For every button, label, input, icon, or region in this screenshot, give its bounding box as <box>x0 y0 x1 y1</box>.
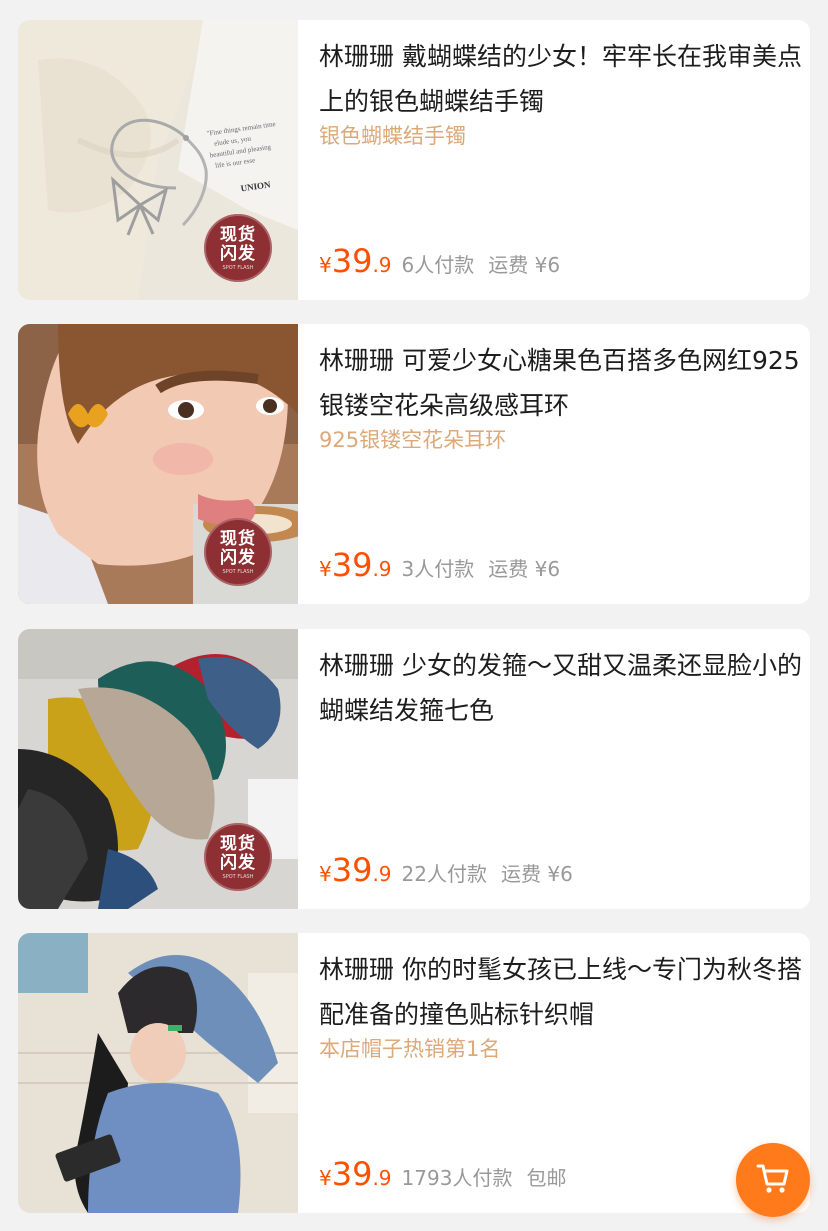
buyer-count: 22人付款 <box>401 862 487 886</box>
product-image[interactable] <box>18 933 298 1213</box>
price-currency: ¥ <box>319 557 332 581</box>
product-image[interactable]: "Fine things remain time elude us, you b… <box>18 20 298 300</box>
price-decimal: .9 <box>372 862 392 886</box>
in-stock-badge: 现货 闪发 SPOT FLASH <box>204 518 272 586</box>
price-row: ¥ 39 .9 3人付款 运费 ¥6 <box>319 546 560 586</box>
shipping-fee: 运费 ¥6 <box>488 253 561 277</box>
price-currency: ¥ <box>319 1166 332 1190</box>
in-stock-badge: 现货 闪发 SPOT FLASH <box>204 823 272 891</box>
product-info: 林珊珊 少女的发箍～又甜又温柔还显脸小的蝴蝶结发箍七色 ¥ 39 .9 22人付… <box>319 629 810 909</box>
product-image[interactable]: 现货 闪发 SPOT FLASH <box>18 629 298 909</box>
price-integer: 39 <box>331 1155 373 1193</box>
price-integer: 39 <box>331 851 373 889</box>
price-currency: ¥ <box>319 862 332 886</box>
shipping-fee: 运费 ¥6 <box>501 862 573 886</box>
product-title[interactable]: 林珊珊 可爱少女心糖果色百搭多色网红925银镂空花朵高级感耳环 <box>319 338 807 428</box>
shopping-cart-icon <box>753 1158 793 1202</box>
product-card[interactable]: 现货 闪发 SPOT FLASH 林珊珊 少女的发箍～又甜又温柔还显脸小的蝴蝶结… <box>18 629 810 909</box>
price-decimal: .9 <box>372 253 392 277</box>
price-integer: 39 <box>331 242 373 280</box>
product-card[interactable]: "Fine things remain time elude us, you b… <box>18 20 810 300</box>
product-title[interactable]: 林珊珊 戴蝴蝶结的少女！牢牢长在我审美点上的银色蝴蝶结手镯 <box>319 34 807 124</box>
cart-button[interactable] <box>736 1143 810 1217</box>
price-currency: ¥ <box>319 253 332 277</box>
in-stock-badge: 现货 闪发 SPOT FLASH <box>204 214 272 282</box>
product-title[interactable]: 林珊珊 你的时髦女孩已上线～专门为秋冬搭配准备的撞色贴标针织帽 <box>319 947 807 1037</box>
price-row: ¥ 39 .9 6人付款 运费 ¥6 <box>319 242 560 282</box>
buyer-count: 6人付款 <box>401 253 475 277</box>
product-subtitle: 本店帽子热销第1名 <box>319 1037 501 1061</box>
product-image[interactable]: 现货 闪发 SPOT FLASH <box>18 324 298 604</box>
shipping-fee: 运费 ¥6 <box>488 557 561 581</box>
price-row: ¥ 39 .9 22人付款 运费 ¥6 <box>319 851 573 891</box>
product-title[interactable]: 林珊珊 少女的发箍～又甜又温柔还显脸小的蝴蝶结发箍七色 <box>319 643 807 733</box>
price-decimal: .9 <box>372 1166 392 1190</box>
buyer-count: 1793人付款 <box>401 1166 513 1190</box>
price-integer: 39 <box>331 546 373 584</box>
product-info: 林珊珊 可爱少女心糖果色百搭多色网红925银镂空花朵高级感耳环 925银镂空花朵… <box>319 324 810 604</box>
product-subtitle: 925银镂空花朵耳环 <box>319 428 507 452</box>
buyer-count: 3人付款 <box>401 557 475 581</box>
price-row: ¥ 39 .9 1793人付款 包邮 <box>319 1155 566 1195</box>
shipping-fee: 包邮 <box>526 1166 567 1190</box>
product-subtitle: 银色蝴蝶结手镯 <box>319 124 466 148</box>
product-info: 林珊珊 戴蝴蝶结的少女！牢牢长在我审美点上的银色蝴蝶结手镯 银色蝴蝶结手镯 ¥ … <box>319 20 810 300</box>
product-card[interactable]: 林珊珊 你的时髦女孩已上线～专门为秋冬搭配准备的撞色贴标针织帽 本店帽子热销第1… <box>18 933 810 1213</box>
product-card[interactable]: 现货 闪发 SPOT FLASH 林珊珊 可爱少女心糖果色百搭多色网红925银镂… <box>18 324 810 604</box>
price-decimal: .9 <box>372 557 392 581</box>
